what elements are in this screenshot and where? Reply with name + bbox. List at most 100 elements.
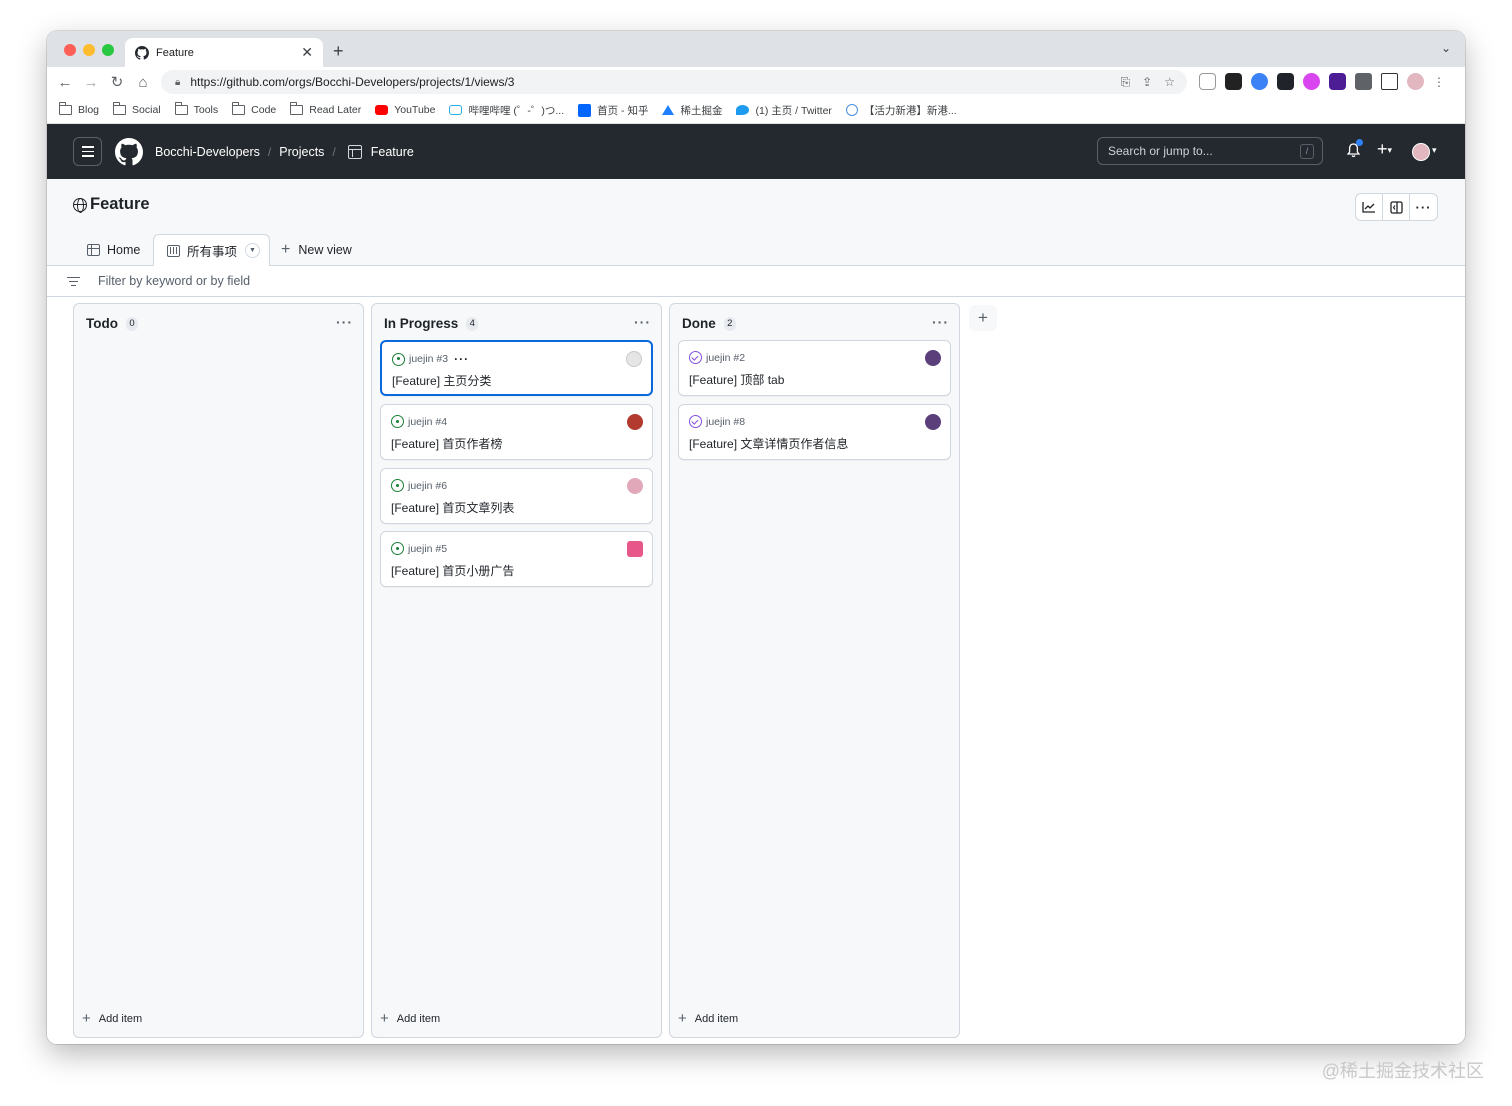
new-tab-button[interactable]: +: [333, 41, 344, 62]
bookmark-tools[interactable]: Tools: [174, 102, 218, 116]
issue-open-icon: [391, 415, 404, 428]
column-in-progress: In Progress 4 ··· juejin #3 ··· [Feature…: [371, 303, 662, 1038]
board-icon: [167, 244, 180, 257]
user-avatar[interactable]: [1412, 143, 1430, 161]
issue-card[interactable]: juejin #6 [Feature] 首页文章列表: [380, 468, 653, 524]
view-options-chevron-icon[interactable]: ▼: [245, 243, 261, 258]
bookmark-twitter[interactable]: (1) 主页 / Twitter: [736, 103, 832, 118]
card-title[interactable]: [Feature] 首页作者榜: [391, 435, 502, 452]
search-shortcut-key: /: [1300, 144, 1314, 159]
bookmark-code[interactable]: Code: [232, 102, 276, 116]
card-title[interactable]: [Feature] 文章详情页作者信息: [689, 435, 848, 452]
maximize-window-button[interactable]: [102, 44, 114, 56]
issue-card[interactable]: juejin #4 [Feature] 首页作者榜: [380, 404, 653, 460]
issue-card[interactable]: juejin #3 ··· [Feature] 主页分类: [380, 340, 653, 396]
issue-card[interactable]: juejin #2 [Feature] 顶部 tab: [678, 340, 951, 396]
column-count-badge: 4: [466, 316, 479, 331]
card-title[interactable]: [Feature] 顶部 tab: [689, 371, 784, 388]
column-count-badge: 2: [723, 316, 736, 331]
column-todo: Todo 0 ··· + Add item: [73, 303, 364, 1038]
reload-button[interactable]: ↻: [104, 73, 130, 91]
side-panel-toggle-icon[interactable]: [1383, 194, 1410, 220]
home-button[interactable]: ⌂: [130, 74, 156, 91]
assignee-avatar[interactable]: [627, 414, 643, 430]
assignee-avatar[interactable]: [626, 351, 642, 367]
extension-paragraph-icon[interactable]: [1199, 73, 1216, 90]
notification-indicator: [1356, 139, 1363, 146]
column-more-options-icon[interactable]: ···: [336, 314, 353, 330]
add-column-button[interactable]: +: [969, 305, 997, 331]
hamburger-menu-icon[interactable]: [73, 137, 102, 166]
chevron-down-icon[interactable]: ▾: [1432, 145, 1437, 156]
card-meta: juejin #5: [391, 542, 447, 555]
tab-strip: Feature ✕ + ⌄: [47, 31, 1465, 67]
insights-chart-icon[interactable]: [1356, 194, 1383, 220]
issue-closed-icon: [689, 351, 702, 364]
github-logo-icon[interactable]: [115, 137, 143, 166]
filter-bar[interactable]: Filter by keyword or by field: [47, 266, 1465, 297]
bookmark-read-later[interactable]: Read Later: [290, 102, 361, 116]
side-panel-icon[interactable]: [1381, 73, 1398, 90]
close-window-button[interactable]: [64, 44, 76, 56]
browser-tab[interactable]: Feature ✕: [125, 38, 323, 67]
bookmark-xingang[interactable]: 【活力新港】新港...: [845, 103, 957, 118]
tab-home[interactable]: Home: [87, 234, 140, 266]
card-title[interactable]: [Feature] 首页文章列表: [391, 499, 514, 516]
breadcrumb-projects[interactable]: Projects: [279, 145, 324, 159]
column-more-options-icon[interactable]: ···: [634, 314, 651, 330]
create-new-button[interactable]: +▾: [1377, 139, 1392, 160]
github-header: Bocchi-Developers / Projects / Feature S…: [47, 124, 1465, 179]
close-tab-icon[interactable]: ✕: [301, 44, 313, 61]
share-icon[interactable]: ⇪: [1142, 75, 1152, 90]
column-header: In Progress 4: [384, 316, 479, 331]
assignee-avatar[interactable]: [627, 541, 643, 557]
extension-react-icon[interactable]: [1277, 73, 1294, 90]
add-item-button[interactable]: + Add item: [678, 1010, 738, 1027]
lock-icon[interactable]: 🔒︎: [175, 77, 180, 88]
public-globe-icon: [73, 197, 87, 213]
bookmark-juejin[interactable]: 稀土掘金: [662, 103, 722, 118]
more-options-icon[interactable]: ···: [1410, 194, 1437, 220]
card-title[interactable]: [Feature] 首页小册广告: [391, 562, 514, 579]
github-favicon-icon: [135, 45, 149, 60]
profile-avatar[interactable]: [1407, 73, 1424, 90]
plus-icon: +: [380, 1010, 389, 1027]
minimize-window-button[interactable]: [83, 44, 95, 56]
browser-menu-icon[interactable]: ⋮: [1433, 75, 1445, 89]
search-input[interactable]: Search or jump to... /: [1097, 137, 1323, 165]
forward-button[interactable]: →: [78, 74, 104, 91]
new-view-button[interactable]: + New view: [281, 234, 352, 266]
back-button[interactable]: ←: [52, 74, 78, 91]
project-actions: ···: [1355, 193, 1438, 221]
issue-card[interactable]: juejin #8 [Feature] 文章详情页作者信息: [678, 404, 951, 460]
extension-tampermonkey-icon[interactable]: [1225, 73, 1242, 90]
extensions-puzzle-icon[interactable]: [1355, 73, 1372, 90]
breadcrumb-org[interactable]: Bocchi-Developers: [155, 145, 260, 159]
translate-icon[interactable]: ⎘: [1121, 75, 1131, 90]
card-more-options-icon[interactable]: ···: [454, 352, 469, 366]
add-item-button[interactable]: + Add item: [82, 1010, 142, 1027]
assignee-avatar[interactable]: [627, 478, 643, 494]
issue-open-icon: [391, 479, 404, 492]
tab-search-chevron-icon[interactable]: ⌄: [1441, 41, 1451, 55]
assignee-avatar[interactable]: [925, 350, 941, 366]
tab-all-items[interactable]: 所有事项 ▼: [153, 234, 270, 267]
add-item-button[interactable]: + Add item: [380, 1010, 440, 1027]
bookmark-star-icon[interactable]: ☆: [1164, 75, 1175, 90]
breadcrumb-project[interactable]: Feature: [371, 145, 414, 159]
issue-card[interactable]: juejin #5 [Feature] 首页小册广告: [380, 531, 653, 587]
address-bar[interactable]: 🔒︎ https://github.com/orgs/Bocchi-Develo…: [161, 70, 1187, 94]
bookmark-social[interactable]: Social: [113, 102, 161, 116]
filter-input[interactable]: Filter by keyword or by field: [98, 274, 250, 288]
bookmark-blog[interactable]: Blog: [59, 102, 99, 116]
column-more-options-icon[interactable]: ···: [932, 314, 949, 330]
card-title[interactable]: [Feature] 主页分类: [392, 372, 491, 389]
extension-shield-icon[interactable]: [1251, 73, 1268, 90]
extension-pink-icon[interactable]: [1303, 73, 1320, 90]
twitter-icon: [736, 105, 750, 115]
extension-purple-icon[interactable]: [1329, 73, 1346, 90]
assignee-avatar[interactable]: [925, 414, 941, 430]
bookmark-youtube[interactable]: YouTube: [375, 104, 435, 116]
bookmark-zhihu[interactable]: 首页 - 知乎: [578, 103, 648, 118]
bookmark-bilibili[interactable]: 哔哩哔哩 (゜-゜)つ...: [449, 103, 564, 118]
